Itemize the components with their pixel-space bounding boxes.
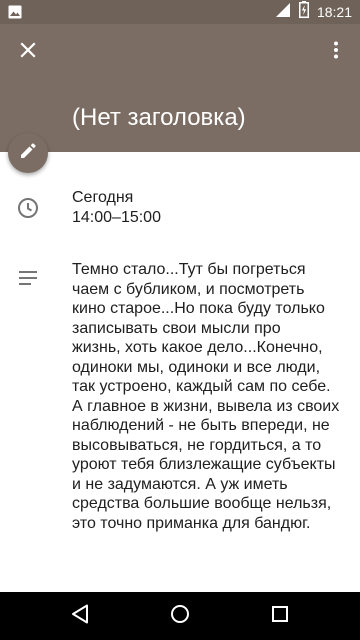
- back-button[interactable]: [68, 604, 92, 628]
- home-button[interactable]: [168, 604, 192, 628]
- event-date: Сегодня: [72, 189, 134, 206]
- edit-button[interactable]: [8, 133, 48, 173]
- more-options-button[interactable]: [320, 36, 352, 68]
- clock-icon: [16, 196, 40, 220]
- back-icon: [71, 604, 89, 629]
- home-icon: [170, 604, 190, 629]
- recents-button[interactable]: [268, 604, 292, 628]
- close-button[interactable]: [12, 36, 44, 68]
- event-time: Сегодня 14:00–15:00: [72, 188, 161, 228]
- more-vert-icon: [333, 41, 339, 64]
- event-title: (Нет заголовка): [72, 104, 246, 131]
- close-icon: [20, 41, 36, 63]
- signal-icon: [275, 2, 291, 23]
- event-notes: Темно стало...Тут бы погреться чаем с бу…: [72, 261, 340, 532]
- status-time: 18:21: [316, 4, 352, 20]
- recents-icon: [271, 605, 289, 628]
- notes-icon: [16, 266, 40, 290]
- navigation-bar: [0, 592, 360, 640]
- status-bar-right: 18:21: [275, 0, 352, 24]
- image-icon: [8, 5, 22, 19]
- status-bar: 18:21: [0, 0, 360, 24]
- battery-charging-icon: [298, 1, 309, 23]
- app-bar: (Нет заголовка): [0, 24, 360, 152]
- edit-pencil-icon: [19, 142, 37, 165]
- event-time-range: 14:00–15:00: [72, 209, 161, 226]
